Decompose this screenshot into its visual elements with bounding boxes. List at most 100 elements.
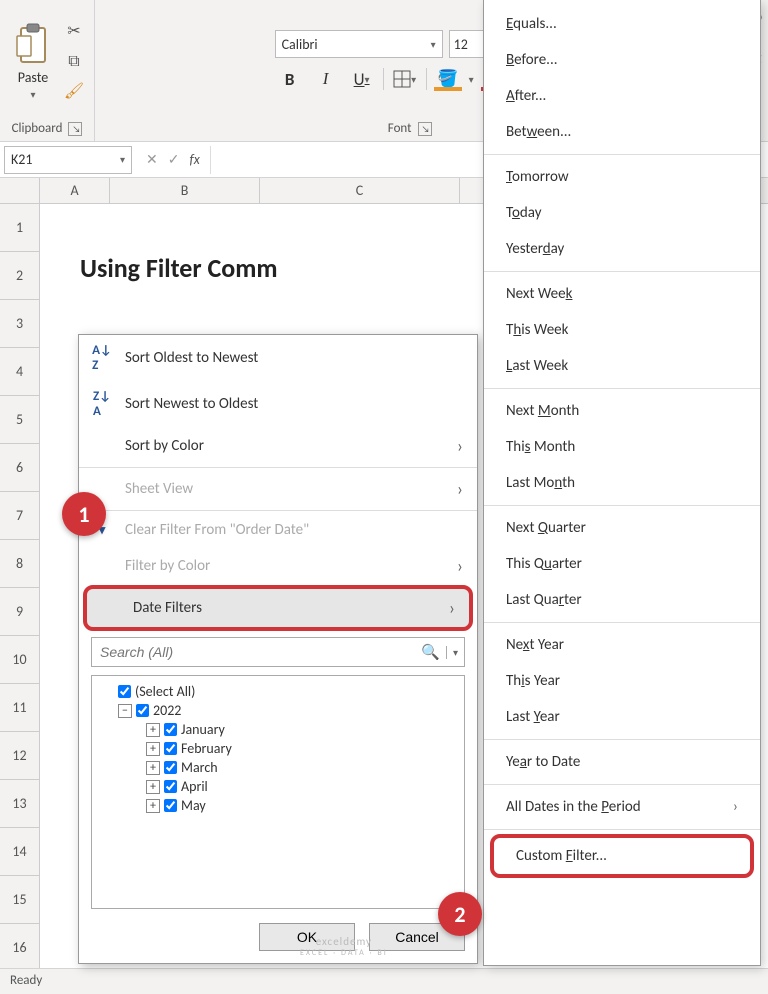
submenu-item[interactable]: Next Week [484, 276, 760, 312]
submenu-item[interactable]: Next Month [484, 393, 760, 429]
borders-button[interactable]: ▾ [390, 66, 420, 92]
checkbox-month[interactable] [164, 780, 177, 793]
submenu-item[interactable]: All Dates in the Period [484, 789, 760, 825]
fx-icon[interactable]: fx [189, 151, 199, 168]
filter-by-color: Filter by Color [79, 547, 477, 585]
row-header[interactable]: 14 [0, 828, 40, 876]
dialog-launcher-icon[interactable]: ↘ [418, 122, 432, 136]
paste-button[interactable]: Paste ▾ [8, 17, 58, 105]
ok-button[interactable]: OK [259, 923, 355, 951]
submenu-item[interactable]: This Year [484, 663, 760, 699]
name-box[interactable]: K21 ▾ [4, 146, 132, 174]
bold-button[interactable]: B [275, 66, 305, 92]
format-painter-icon[interactable]: 🖌 [62, 79, 86, 103]
row-header[interactable]: 11 [0, 684, 40, 732]
sort-newest-oldest[interactable]: Z↓A Sort Newest to Oldest [79, 381, 477, 427]
sort-desc-icon: Z↓A [91, 389, 113, 419]
page-title: Using Filter Comm [80, 252, 278, 284]
row-header[interactable]: 5 [0, 396, 40, 444]
filter-dropdown: A↓Z Sort Oldest to Newest Z↓A Sort Newes… [78, 334, 478, 964]
expand-icon[interactable]: + [146, 799, 160, 813]
clipboard-group-label: Clipboard [12, 121, 63, 136]
select-all-corner[interactable] [0, 178, 40, 203]
submenu-item[interactable]: Last Year [484, 699, 760, 735]
callout-badge-2: 2 [438, 892, 482, 936]
submenu-item[interactable]: This Quarter [484, 546, 760, 582]
bucket-icon: 🪣 [437, 68, 458, 89]
cut-icon[interactable]: ✂ [62, 19, 86, 43]
column-header[interactable]: B [110, 178, 260, 203]
row-header[interactable]: 8 [0, 540, 40, 588]
submenu-item[interactable]: Tomorrow [484, 159, 760, 195]
row-header[interactable]: 16 [0, 924, 40, 972]
search-input[interactable] [92, 638, 415, 666]
paste-label: Paste [18, 69, 48, 86]
submenu-item[interactable]: After... [484, 78, 760, 114]
filter-search[interactable]: 🔍 ▾ [91, 637, 465, 667]
row-header[interactable]: 4 [0, 348, 40, 396]
submenu-item[interactable]: Next Year [484, 627, 760, 663]
checkbox-year[interactable] [136, 704, 149, 717]
sort-oldest-newest[interactable]: A↓Z Sort Oldest to Newest [79, 335, 477, 381]
submenu-item[interactable]: Between... [484, 114, 760, 150]
checkbox-month[interactable] [164, 742, 177, 755]
column-header[interactable]: C [260, 178, 460, 203]
submenu-item[interactable]: This Week [484, 312, 760, 348]
row-header[interactable]: 12 [0, 732, 40, 780]
checkbox-month[interactable] [164, 761, 177, 774]
ribbon-group-clipboard: Paste ▾ ✂ ⧉ 🖌 Clipboard ↘ [0, 0, 95, 141]
sort-by-color[interactable]: Sort by Color [79, 427, 477, 465]
date-filters[interactable]: Date Filters [83, 585, 473, 631]
chevron-down-icon: ▾ [30, 88, 35, 101]
fill-color-button[interactable]: 🪣 [433, 66, 463, 92]
custom-filter[interactable]: Custom Filter... [490, 834, 754, 878]
italic-button[interactable]: I [311, 66, 341, 92]
submenu-item[interactable]: This Month [484, 429, 760, 465]
underline-button[interactable]: U ▾ [347, 66, 377, 92]
filter-tree[interactable]: (Select All) − 2022 +January+February+Ma… [91, 675, 465, 909]
submenu-item[interactable]: Before... [484, 42, 760, 78]
checkbox-select-all[interactable] [118, 685, 131, 698]
row-header[interactable]: 10 [0, 636, 40, 684]
collapse-icon[interactable]: − [118, 704, 132, 718]
row-header[interactable]: 9 [0, 588, 40, 636]
submenu-item[interactable]: Last Week [484, 348, 760, 384]
enter-formula-icon[interactable]: ✓ [168, 151, 180, 168]
submenu-item[interactable]: Equals... [484, 6, 760, 42]
month-label: February [181, 740, 232, 757]
chevron-down-icon: ▾ [431, 38, 436, 51]
expand-icon[interactable]: + [146, 723, 160, 737]
checkbox-month[interactable] [164, 799, 177, 812]
sort-asc-icon: A↓Z [91, 343, 113, 373]
row-header[interactable]: 1 [0, 204, 40, 252]
submenu-item[interactable]: Year to Date [484, 744, 760, 780]
column-header[interactable]: A [40, 178, 110, 203]
row-header[interactable]: 6 [0, 444, 40, 492]
clipboard-icon [14, 21, 52, 67]
row-header[interactable]: 15 [0, 876, 40, 924]
clear-filter: ▾ Clear Filter From "Order Date" [79, 513, 477, 547]
submenu-item[interactable]: Next Quarter [484, 510, 760, 546]
submenu-item[interactable]: Today [484, 195, 760, 231]
submenu-item[interactable]: Yesterday [484, 231, 760, 267]
checkbox-month[interactable] [164, 723, 177, 736]
row-headers: 12345678910111213141516 [0, 204, 40, 972]
row-header[interactable]: 13 [0, 780, 40, 828]
dialog-launcher-icon[interactable]: ↘ [68, 122, 82, 136]
sheet-view: Sheet View [79, 470, 477, 508]
font-name-select[interactable]: Calibri ▾ [275, 30, 443, 58]
submenu-item[interactable]: Last Quarter [484, 582, 760, 618]
submenu-item[interactable]: Last Month [484, 465, 760, 501]
expand-icon[interactable]: + [146, 761, 160, 775]
copy-icon[interactable]: ⧉ [62, 49, 86, 73]
font-group-label: Font [388, 121, 412, 136]
row-header[interactable]: 7 [0, 492, 40, 540]
row-header[interactable]: 3 [0, 300, 40, 348]
expand-icon[interactable]: + [146, 742, 160, 756]
month-label: March [181, 759, 218, 776]
chevron-down-icon[interactable]: ▾ [446, 646, 464, 659]
row-header[interactable]: 2 [0, 252, 40, 300]
status-bar: Ready [0, 968, 768, 994]
expand-icon[interactable]: + [146, 780, 160, 794]
cancel-formula-icon[interactable]: ✕ [146, 151, 158, 168]
